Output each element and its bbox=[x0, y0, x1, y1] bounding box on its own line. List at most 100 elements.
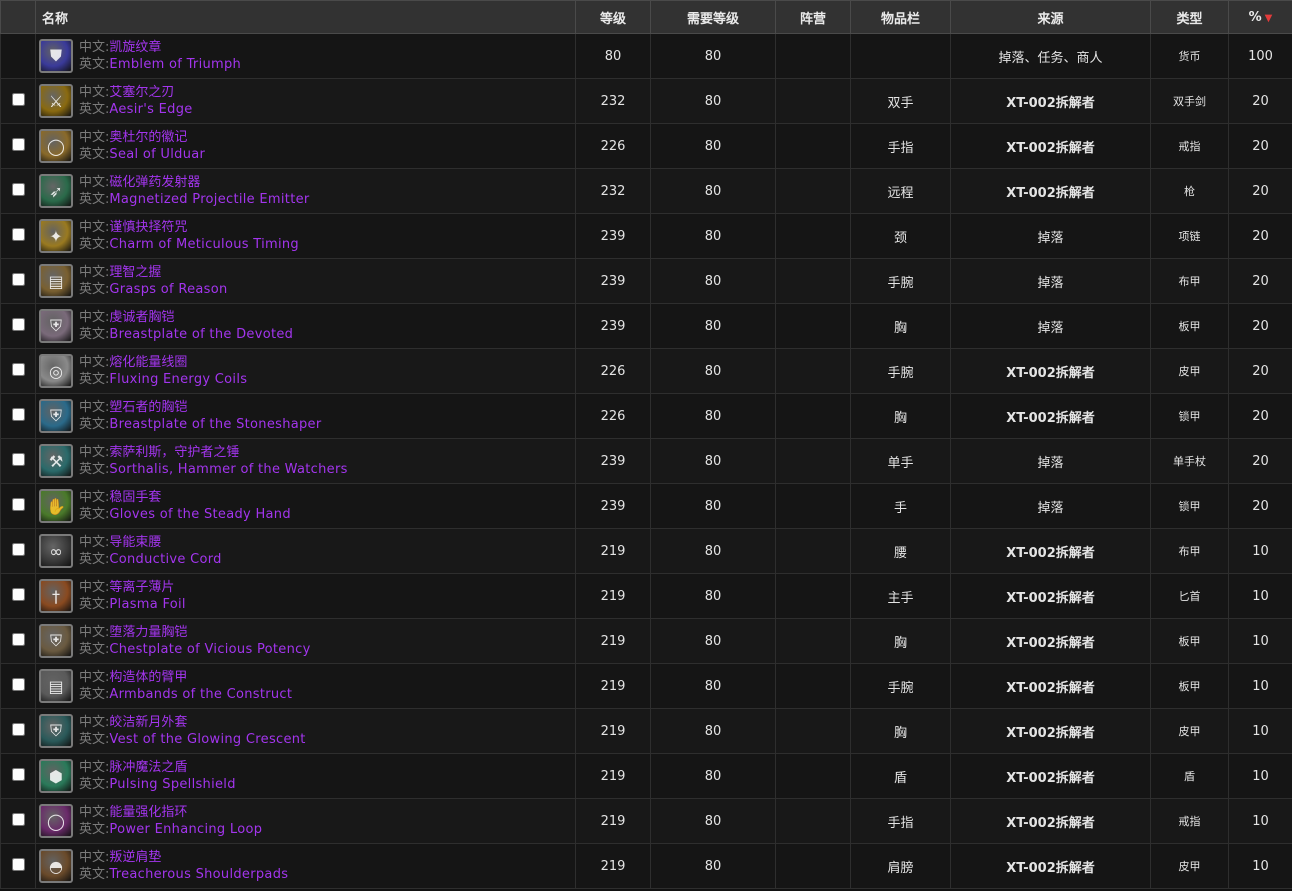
item-name-en[interactable]: Plasma Foil bbox=[109, 597, 185, 612]
item-name-en[interactable]: Gloves of the Steady Hand bbox=[109, 507, 291, 522]
item-name-cn[interactable]: 塑石者的胸铠 bbox=[109, 400, 187, 415]
item-name-cn[interactable]: 谨慎抉择符咒 bbox=[109, 220, 187, 235]
row-checkbox[interactable] bbox=[11, 812, 25, 826]
table-row[interactable]: ⛨ 中文:虔诚者胸铠 英文:Breastplate of the Devoted 23… bbox=[0, 303, 1292, 349]
item-name-cn[interactable]: 稳固手套 bbox=[109, 490, 161, 505]
row-checkbox[interactable] bbox=[11, 857, 25, 871]
source-header[interactable]: 来源 bbox=[950, 0, 1151, 34]
row-checkbox[interactable] bbox=[11, 542, 25, 556]
type-header[interactable]: 类型 bbox=[1150, 0, 1229, 34]
necklace-icon[interactable]: ✦ bbox=[39, 219, 73, 253]
item-name-cn[interactable]: 索萨利斯，守护者之锤 bbox=[109, 445, 239, 460]
table-row[interactable]: ➶ 中文:磁化弹药发射器 英文:Magnetized Projectile Emit… bbox=[0, 168, 1292, 214]
table-row[interactable]: ◯ 中文:能量强化指环 英文:Power Enhancing Loop 219 80 手指… bbox=[0, 798, 1292, 844]
table-row[interactable]: ⛨ 中文:堕落力量胸铠 英文:Chestplate of Vicious Poten… bbox=[0, 618, 1292, 664]
row-checkbox[interactable] bbox=[11, 182, 25, 196]
table-row[interactable]: ◯ 中文:奥杜尔的徽记 英文:Seal of Ulduar 226 80 手指 XT-002… bbox=[0, 123, 1292, 169]
item-name-en[interactable]: Chestplate of Vicious Potency bbox=[109, 642, 310, 657]
item-name-en[interactable]: Conductive Cord bbox=[109, 552, 221, 567]
row-checkbox[interactable] bbox=[11, 227, 25, 241]
row-checkbox[interactable] bbox=[11, 722, 25, 736]
item-name-en[interactable]: Emblem of Triumph bbox=[109, 57, 241, 72]
table-row[interactable]: ✦ 中文:谨慎抉择符咒 英文:Charm of Meticulous Timing 2… bbox=[0, 213, 1292, 259]
item-name-cn[interactable]: 理智之握 bbox=[109, 265, 161, 280]
table-row[interactable]: ▤ 中文:理智之握 英文:Grasps of Reason 239 80 手腕 掉落 布甲 20 bbox=[0, 258, 1292, 304]
table-row[interactable]: ▤ 中文:构造体的臂甲 英文:Armbands of the Construct 21… bbox=[0, 663, 1292, 709]
item-name-en[interactable]: Treacherous Shoulderpads bbox=[109, 867, 288, 882]
table-row[interactable]: ◓ 中文:叛逆肩垫 英文:Treacherous Shoulderpads 219 80… bbox=[0, 843, 1292, 889]
item-name-cn[interactable]: 导能束腰 bbox=[109, 535, 161, 550]
table-row[interactable]: † 中文:等离子薄片 英文:Plasma Foil 219 80 主手 XT-002拆解者匕… bbox=[0, 573, 1292, 619]
row-checkbox[interactable] bbox=[11, 137, 25, 151]
item-name-en[interactable]: Pulsing Spellshield bbox=[109, 777, 235, 792]
item-name-en[interactable]: Armbands of the Construct bbox=[109, 687, 292, 702]
chest-icon[interactable]: ⛨ bbox=[39, 624, 73, 658]
gun-icon[interactable]: ➶ bbox=[39, 174, 73, 208]
table-row[interactable]: ⬢ 中文:脉冲魔法之盾 英文:Pulsing Spellshield 219 80 盾 XT… bbox=[0, 753, 1292, 799]
row-checkbox[interactable] bbox=[11, 362, 25, 376]
coil-icon[interactable]: ◎ bbox=[39, 354, 73, 388]
table-row[interactable]: ⛨ 中文:皎洁新月外套 英文:Vest of the Glowing Crescen… bbox=[0, 708, 1292, 754]
item-name-en[interactable]: Grasps of Reason bbox=[109, 282, 227, 297]
item-name-en[interactable]: Breastplate of the Stoneshaper bbox=[109, 417, 321, 432]
table-row[interactable]: ⛨ 中文:塑石者的胸铠 英文:Breastplate of the Stonesha… bbox=[0, 393, 1292, 439]
item-name-en[interactable]: Power Enhancing Loop bbox=[109, 822, 262, 837]
row-checkbox[interactable] bbox=[11, 317, 25, 331]
item-name-en[interactable]: Vest of the Glowing Crescent bbox=[109, 732, 305, 747]
table-row[interactable]: ∞ 中文:导能束腰 英文:Conductive Cord 219 80 腰 XT-002拆解… bbox=[0, 528, 1292, 574]
table-row[interactable]: ⚒ 中文:索萨利斯，守护者之锤 英文:Sorthalis, Hammer of th… bbox=[0, 438, 1292, 484]
item-name-cn[interactable]: 凯旋纹章 bbox=[109, 40, 161, 55]
row-checkbox[interactable] bbox=[11, 272, 25, 286]
row-checkbox[interactable] bbox=[11, 677, 25, 691]
row-checkbox[interactable] bbox=[11, 767, 25, 781]
item-name-en[interactable]: Fluxing Energy Coils bbox=[109, 372, 247, 387]
sword-icon[interactable]: ⚔ bbox=[39, 84, 73, 118]
level-header[interactable]: 等级 bbox=[575, 0, 651, 34]
bracer-icon[interactable]: ▤ bbox=[39, 669, 73, 703]
row-checkbox[interactable] bbox=[11, 497, 25, 511]
row-checkbox[interactable] bbox=[11, 407, 25, 421]
req-level-header[interactable]: 需要等级 bbox=[650, 0, 776, 34]
item-name-cn[interactable]: 奥杜尔的徽记 bbox=[109, 130, 187, 145]
row-checkbox[interactable] bbox=[11, 452, 25, 466]
belt-icon[interactable]: ∞ bbox=[39, 534, 73, 568]
faction-header[interactable]: 阵营 bbox=[775, 0, 851, 34]
gloves-icon[interactable]: ✋ bbox=[39, 489, 73, 523]
item-name-en[interactable]: Sorthalis, Hammer of the Watchers bbox=[109, 462, 347, 477]
dagger-icon[interactable]: † bbox=[39, 579, 73, 613]
item-name-en[interactable]: Breastplate of the Devoted bbox=[109, 327, 293, 342]
shield-icon[interactable]: ⬢ bbox=[39, 759, 73, 793]
item-name-cn[interactable]: 磁化弹药发射器 bbox=[109, 175, 200, 190]
item-name-en[interactable]: Seal of Ulduar bbox=[109, 147, 205, 162]
hammer-icon[interactable]: ⚒ bbox=[39, 444, 73, 478]
chest-icon[interactable]: ⛨ bbox=[39, 399, 73, 433]
slot-header[interactable]: 物品栏 bbox=[850, 0, 951, 34]
table-row[interactable]: ⛊ 中文:凯旋纹章 英文:Emblem of Triumph 80 80 掉落、任务、商人… bbox=[0, 33, 1292, 79]
ring-icon[interactable]: ◯ bbox=[39, 804, 73, 838]
chest-icon[interactable]: ⛨ bbox=[39, 309, 73, 343]
table-row[interactable]: ◎ 中文:熔化能量线圈 英文:Fluxing Energy Coils 226 80 手腕… bbox=[0, 348, 1292, 394]
item-name-cn[interactable]: 能量强化指环 bbox=[109, 805, 187, 820]
shoulder-icon[interactable]: ◓ bbox=[39, 849, 73, 883]
row-checkbox[interactable] bbox=[11, 587, 25, 601]
row-checkbox[interactable] bbox=[11, 632, 25, 646]
item-name-en[interactable]: Charm of Meticulous Timing bbox=[109, 237, 299, 252]
item-name-cn[interactable]: 构造体的臂甲 bbox=[109, 670, 187, 685]
ring-icon[interactable]: ◯ bbox=[39, 129, 73, 163]
item-name-cn[interactable]: 皎洁新月外套 bbox=[109, 715, 187, 730]
item-name-cn[interactable]: 熔化能量线圈 bbox=[109, 355, 187, 370]
item-name-cn[interactable]: 脉冲魔法之盾 bbox=[109, 760, 187, 775]
table-row[interactable]: ⚔ 中文:艾塞尔之刃 英文:Aesir's Edge 232 80 双手 XT-002拆解者… bbox=[0, 78, 1292, 124]
item-name-cn[interactable]: 艾塞尔之刃 bbox=[109, 85, 174, 100]
name-header[interactable]: 名称 bbox=[35, 0, 576, 34]
table-row[interactable]: ✋ 中文:稳固手套 英文:Gloves of the Steady Hand 239 8… bbox=[0, 483, 1292, 529]
item-name-cn[interactable]: 堕落力量胸铠 bbox=[109, 625, 187, 640]
percent-header[interactable]: % ▼ bbox=[1228, 0, 1292, 34]
row-checkbox[interactable] bbox=[11, 92, 25, 106]
item-name-cn[interactable]: 等离子薄片 bbox=[109, 580, 174, 595]
bracer-icon[interactable]: ▤ bbox=[39, 264, 73, 298]
item-name-en[interactable]: Aesir's Edge bbox=[109, 102, 192, 117]
item-name-cn[interactable]: 叛逆肩垫 bbox=[109, 850, 161, 865]
item-name-cn[interactable]: 虔诚者胸铠 bbox=[109, 310, 174, 325]
emblem-icon[interactable]: ⛊ bbox=[39, 39, 73, 73]
